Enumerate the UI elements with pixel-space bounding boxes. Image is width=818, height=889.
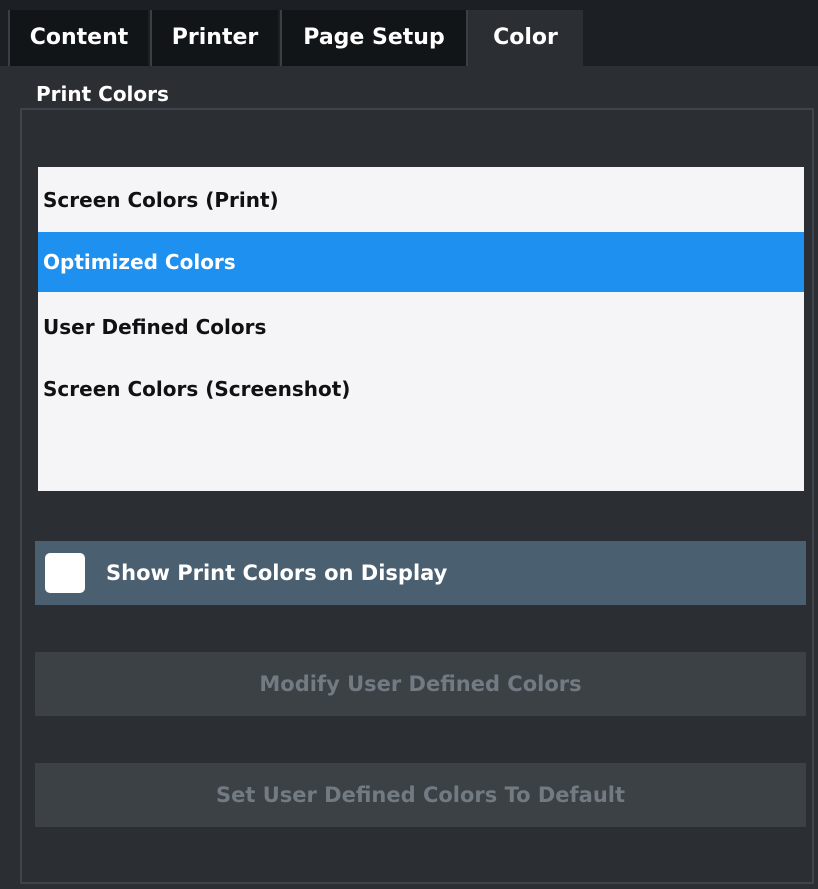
show-print-colors-checkbox[interactable] xyxy=(45,553,85,593)
tab-printer[interactable]: Printer xyxy=(150,10,278,66)
tab-color[interactable]: Color xyxy=(466,10,583,66)
option-user-defined-colors[interactable]: User Defined Colors xyxy=(38,297,804,357)
tab-bar: Content Printer Page Setup Color xyxy=(0,0,818,66)
option-optimized-colors[interactable]: Optimized Colors xyxy=(38,232,804,292)
tab-page-setup[interactable]: Page Setup xyxy=(280,10,466,66)
option-screen-colors-screenshot[interactable]: Screen Colors (Screenshot) xyxy=(38,359,804,419)
set-user-defined-colors-default-button[interactable]: Set User Defined Colors To Default xyxy=(35,763,806,827)
tab-content[interactable]: Content xyxy=(8,10,148,66)
show-print-colors-label: Show Print Colors on Display xyxy=(106,561,448,585)
color-option-list[interactable]: Screen Colors (Print) Optimized Colors U… xyxy=(38,167,804,491)
print-colors-title: Print Colors xyxy=(36,82,169,106)
modify-user-defined-colors-button[interactable]: Modify User Defined Colors xyxy=(35,652,806,716)
option-screen-colors-print[interactable]: Screen Colors (Print) xyxy=(38,170,804,230)
show-print-colors-checkbox-row[interactable]: Show Print Colors on Display xyxy=(35,541,806,605)
